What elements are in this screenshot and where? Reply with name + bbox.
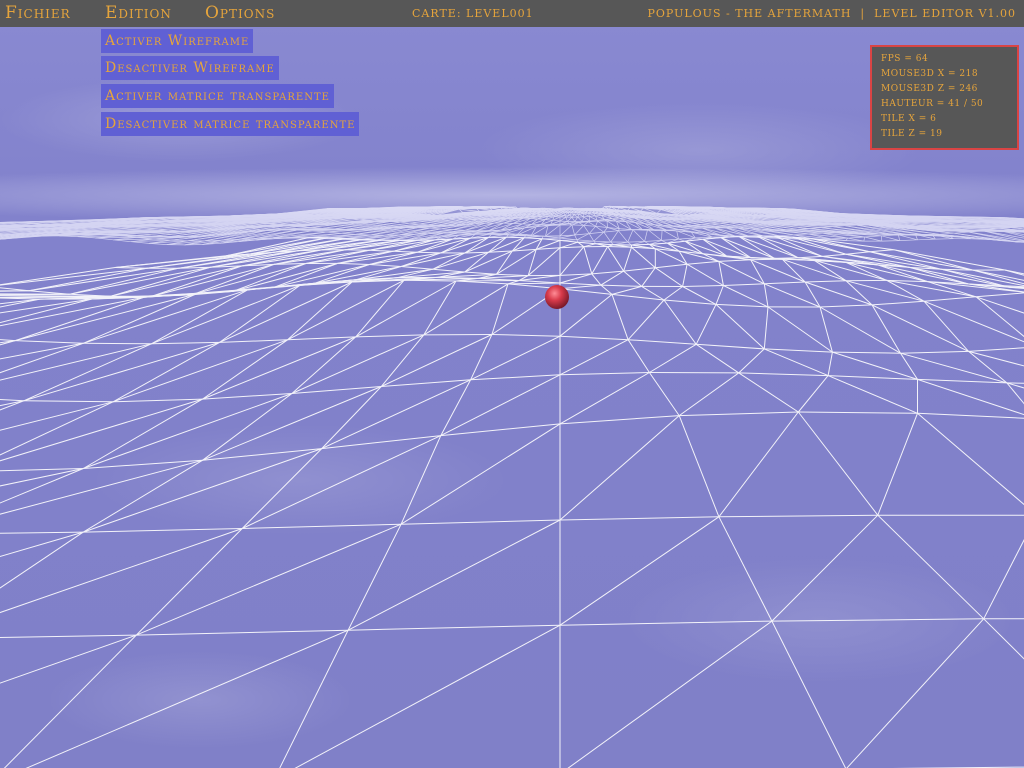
menu-item-activer-wireframe[interactable]: Activer Wireframe (101, 29, 254, 53)
debug-info-panel: FPS = 64 MOUSE3D X = 218 MOUSE3D Z = 246… (870, 45, 1019, 150)
menu-edition[interactable]: Edition (105, 3, 172, 23)
distant-terrain-mesh (0, 205, 1024, 246)
tile-z-readout: TILE Z = 19 (881, 129, 943, 139)
app-title: Populous - The Aftermath | Level Editor v1… (647, 7, 1016, 20)
terrain-mesh (0, 235, 1024, 768)
menu-item-desactiver-wireframe[interactable]: Desactiver Wireframe (101, 56, 279, 80)
menu-item-desactiver-matrice-transparente[interactable]: Desactiver matrice transparente (101, 112, 360, 136)
menu-options[interactable]: Options (205, 3, 275, 23)
tile-x-readout: TILE X = 6 (881, 114, 937, 124)
mouse3d-x-readout: MOUSE3D X = 218 (881, 69, 979, 79)
title-separator: | (860, 7, 866, 20)
3d-viewport[interactable]: Fichier Edition Options Carte: Level001 … (0, 0, 1024, 768)
mouse3d-z-readout: MOUSE3D Z = 246 (881, 84, 978, 94)
cursor-sphere (545, 285, 569, 309)
menu-item-activer-matrice-transparente[interactable]: Activer matrice transparente (101, 84, 334, 108)
current-map-label: Carte: Level001 (412, 7, 534, 20)
menu-fichier[interactable]: Fichier (5, 3, 71, 23)
height-readout: HAUTEUR = 41 / 50 (881, 99, 984, 109)
fps-readout: FPS = 64 (881, 54, 929, 64)
app-name: Populous - The Aftermath (647, 7, 852, 20)
cursor-marker (545, 285, 569, 309)
editor-version: Level Editor v1.00 (874, 7, 1016, 20)
menu-bar: Fichier Edition Options Carte: Level001 … (0, 0, 1024, 27)
